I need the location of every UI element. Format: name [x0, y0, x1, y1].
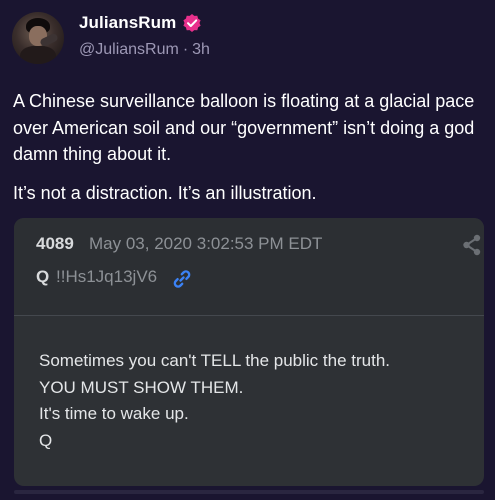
- separator: ·: [182, 41, 189, 58]
- embed-line: Sometimes you can't TELL the public the …: [39, 351, 390, 370]
- embed-line: Q: [39, 430, 53, 450]
- embed-body: Sometimes you can't TELL the public the …: [39, 348, 469, 454]
- social-post: JuliansRum @JuliansRum · 3h A Chinese surv…: [0, 0, 495, 500]
- verified-badge-icon: [183, 14, 201, 32]
- embed-tripcode: !!Hs1Jq13jV6: [56, 267, 158, 286]
- avatar[interactable]: [12, 12, 64, 64]
- embed-post-date: May 03, 2020 3:02:53 PM EDT: [89, 234, 323, 253]
- embed-post-number: 4089: [36, 234, 74, 253]
- display-name[interactable]: JuliansRum: [79, 13, 176, 33]
- share-icon: [463, 234, 481, 256]
- post-paragraph: A Chinese surveillance balloon is floati…: [13, 91, 475, 164]
- author-name-row: JuliansRum: [79, 13, 202, 33]
- embed-line: It's time to wake up.: [39, 404, 189, 423]
- scrollbar[interactable]: [14, 490, 484, 494]
- embed-author: Q: [36, 267, 50, 286]
- embed-line: YOU MUST SHOW THEM.: [39, 377, 244, 397]
- post-meta: @JuliansRum · 3h: [79, 41, 210, 59]
- embedded-image[interactable]: 4089 May 03, 2020 3:02:53 PM EDT Q !!Hs1…: [14, 218, 484, 486]
- post-text: A Chinese surveillance balloon is floati…: [13, 88, 483, 206]
- link-icon: [173, 270, 191, 288]
- handle[interactable]: @JuliansRum: [79, 41, 179, 58]
- post-paragraph: It’s not a distraction. It’s an illustra…: [13, 182, 317, 203]
- divider: [14, 315, 484, 316]
- timestamp[interactable]: 3h: [192, 41, 210, 58]
